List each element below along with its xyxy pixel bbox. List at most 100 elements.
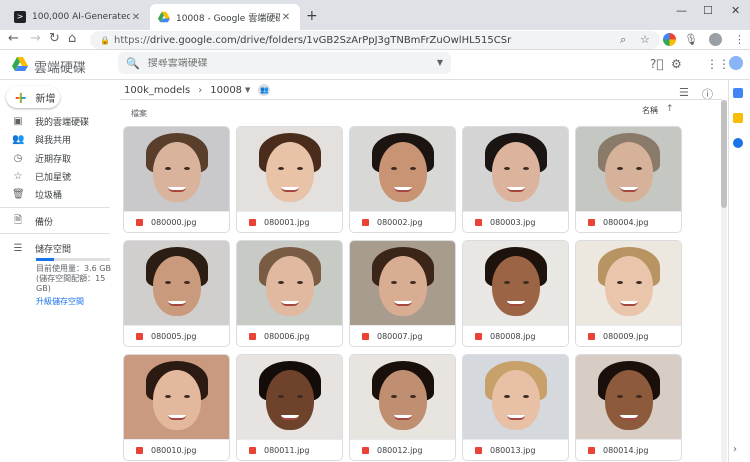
- new-button[interactable]: + 新增: [6, 86, 60, 108]
- file-card[interactable]: 080012.jpg: [349, 354, 456, 461]
- keep-icon[interactable]: [733, 113, 743, 123]
- image-thumbnail[interactable]: [237, 127, 342, 211]
- file-card[interactable]: 080008.jpg: [462, 240, 569, 347]
- file-name-row[interactable]: 080004.jpg: [576, 211, 681, 232]
- upgrade-storage-link[interactable]: 升級儲存空間: [36, 296, 84, 307]
- new-button-label: 新增: [35, 93, 56, 105]
- image-file-icon: [362, 333, 369, 340]
- expand-panel-icon[interactable]: ›: [733, 444, 743, 455]
- list-view-icon[interactable]: ☰: [679, 86, 689, 99]
- browser-tab-inactive[interactable]: > 100,000 AI-Generated Faces - ✕: [6, 4, 150, 30]
- file-card[interactable]: 080001.jpg: [236, 126, 343, 233]
- sidebar-item-storage[interactable]: ☰ 儲存空間: [12, 241, 72, 255]
- image-file-icon: [475, 447, 482, 454]
- file-name-row[interactable]: 080000.jpg: [124, 211, 229, 232]
- file-name-row[interactable]: 080005.jpg: [124, 325, 229, 346]
- forward-icon[interactable]: →: [30, 31, 41, 46]
- image-thumbnail[interactable]: [350, 127, 455, 211]
- image-thumbnail[interactable]: [350, 241, 455, 325]
- profile-avatar[interactable]: [709, 33, 722, 46]
- file-name-row[interactable]: 080008.jpg: [463, 325, 568, 346]
- extension-icon[interactable]: [663, 33, 676, 46]
- sidebar-item-trash[interactable]: 🗑 垃圾桶: [12, 187, 62, 201]
- image-thumbnail[interactable]: [237, 241, 342, 325]
- image-thumbnail[interactable]: [576, 127, 681, 211]
- file-card[interactable]: 080007.jpg: [349, 240, 456, 347]
- browser-tab-active[interactable]: 10008 - Google 雲端硬碟 ✕: [150, 4, 300, 30]
- file-card[interactable]: 080006.jpg: [236, 240, 343, 347]
- file-name-row[interactable]: 080010.jpg: [124, 439, 229, 460]
- sidebar-item-recent[interactable]: ◷ 近期存取: [12, 151, 71, 165]
- image-thumbnail[interactable]: [124, 241, 229, 325]
- image-thumbnail[interactable]: [576, 355, 681, 439]
- search-options-icon[interactable]: ▼: [437, 58, 443, 67]
- image-thumbnail[interactable]: [463, 355, 568, 439]
- sidebar-item-my-drive[interactable]: ▣ 我的雲端硬碟: [12, 114, 89, 128]
- search-box[interactable]: 🔍 ▼: [118, 52, 451, 74]
- new-tab-icon[interactable]: +: [306, 8, 318, 24]
- image-file-icon: [136, 333, 143, 340]
- file-card[interactable]: 080011.jpg: [236, 354, 343, 461]
- sort-direction-arrow-icon[interactable]: ↑: [666, 104, 674, 114]
- home-icon[interactable]: ⌂: [68, 31, 76, 46]
- close-tab-icon[interactable]: ✕: [130, 12, 142, 23]
- file-card[interactable]: 080014.jpg: [575, 354, 682, 461]
- chevron-down-icon[interactable]: ▼: [245, 86, 250, 94]
- file-card[interactable]: 080009.jpg: [575, 240, 682, 347]
- tasks-icon[interactable]: [733, 138, 743, 148]
- sidebar-item-backup[interactable]: 🗎 備份: [12, 214, 53, 228]
- image-thumbnail[interactable]: [237, 355, 342, 439]
- settings-gear-icon[interactable]: ⚙: [671, 57, 682, 71]
- image-thumbnail[interactable]: [124, 355, 229, 439]
- file-card[interactable]: 080005.jpg: [123, 240, 230, 347]
- close-tab-icon[interactable]: ✕: [280, 12, 292, 23]
- sidebar-item-starred[interactable]: ☆ 已加星號: [12, 169, 72, 183]
- sidebar-item-shared[interactable]: 👥 與我共用: [12, 132, 71, 146]
- search-input[interactable]: [147, 57, 428, 69]
- bookmark-star-icon[interactable]: ☆: [640, 33, 650, 46]
- breadcrumb-root[interactable]: 100k_models: [124, 85, 190, 96]
- file-card[interactable]: 080013.jpg: [462, 354, 569, 461]
- maximize-icon[interactable]: ☐: [703, 4, 713, 17]
- file-name-row[interactable]: 080001.jpg: [237, 211, 342, 232]
- eye-shape: [184, 281, 190, 284]
- image-thumbnail[interactable]: [124, 127, 229, 211]
- file-name-row[interactable]: 080006.jpg: [237, 325, 342, 346]
- file-card[interactable]: 080002.jpg: [349, 126, 456, 233]
- scrollbar-thumb[interactable]: [721, 100, 727, 208]
- help-icon[interactable]: ?⃝: [650, 57, 664, 71]
- microphone-icon[interactable]: 🎙: [684, 33, 698, 46]
- file-name-row[interactable]: 080014.jpg: [576, 439, 681, 460]
- file-name-row[interactable]: 080012.jpg: [350, 439, 455, 460]
- breadcrumb-current[interactable]: 10008: [210, 85, 242, 96]
- apps-grid-icon[interactable]: ⋮⋮: [706, 57, 730, 71]
- zoom-icon[interactable]: ⌕: [620, 33, 626, 47]
- file-name-row[interactable]: 080011.jpg: [237, 439, 342, 460]
- file-name-row[interactable]: 080009.jpg: [576, 325, 681, 346]
- browser-menu-icon[interactable]: ⋮: [734, 33, 745, 46]
- file-card[interactable]: 080010.jpg: [123, 354, 230, 461]
- file-name-row[interactable]: 080002.jpg: [350, 211, 455, 232]
- vertical-scrollbar[interactable]: [721, 100, 727, 462]
- file-card[interactable]: 080000.jpg: [123, 126, 230, 233]
- reload-icon[interactable]: ↻: [49, 31, 60, 46]
- address-bar[interactable]: 🔒 https:// drive.google.com/drive/folder…: [90, 31, 660, 49]
- mouth-shape: [280, 301, 299, 306]
- sort-by-name-button[interactable]: 名稱: [642, 105, 658, 116]
- minimize-icon[interactable]: —: [676, 4, 687, 17]
- close-window-icon[interactable]: ✕: [731, 4, 740, 17]
- file-card[interactable]: 080003.jpg: [462, 126, 569, 233]
- file-name-row[interactable]: 080003.jpg: [463, 211, 568, 232]
- back-icon[interactable]: ←: [8, 31, 19, 46]
- account-avatar[interactable]: [729, 56, 743, 70]
- file-name-row[interactable]: 080013.jpg: [463, 439, 568, 460]
- image-thumbnail[interactable]: [350, 355, 455, 439]
- image-thumbnail[interactable]: [463, 241, 568, 325]
- calendar-icon[interactable]: [733, 88, 743, 98]
- image-thumbnail[interactable]: [463, 127, 568, 211]
- brand-name: 雲端硬碟: [34, 61, 87, 76]
- file-card[interactable]: 080004.jpg: [575, 126, 682, 233]
- mouth-shape: [393, 415, 412, 420]
- file-name-row[interactable]: 080007.jpg: [350, 325, 455, 346]
- image-thumbnail[interactable]: [576, 241, 681, 325]
